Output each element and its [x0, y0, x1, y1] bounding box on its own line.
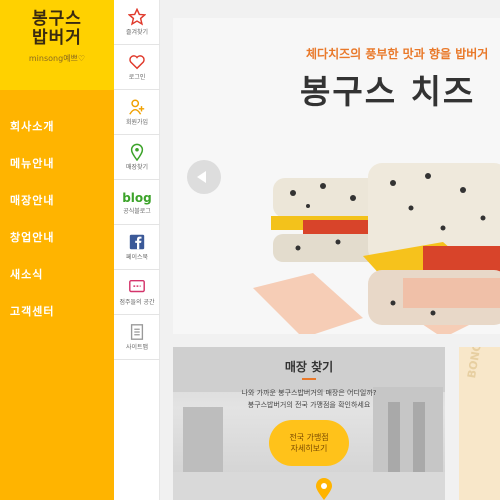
badge-line2: 자세히보기 [290, 444, 328, 453]
facebook-button[interactable]: 페이스북 [114, 225, 160, 270]
secondary-card[interactable]: BONG [459, 347, 500, 500]
blog-logo: blog [122, 191, 152, 205]
rice-burger-image [253, 163, 500, 334]
banner-prev-button[interactable] [187, 160, 221, 194]
store-finder-card[interactable]: 매장 찾기 나와 가까운 봉구스밥버거의 매장은 어디일까? 봉구스밥버거의 전… [173, 347, 445, 500]
promo-banner[interactable]: 체다치즈의 풍부한 맛과 향을 밥버거 봉구스 치즈 [173, 18, 500, 334]
logo[interactable]: 봉구스 밥버거 minsong예쁘♡ [0, 0, 114, 90]
menu-item-franchise[interactable]: 창업안내 [10, 229, 54, 266]
add-user-icon [129, 99, 145, 115]
left-sidebar: 봉구스 밥버거 minsong예쁘♡ 회사소개 메뉴안내 매장안내 창업안내 새… [0, 0, 114, 500]
banner-subtitle: 체다치즈의 풍부한 맛과 향을 밥버거 [306, 47, 489, 61]
chat-icon [129, 279, 145, 293]
card-desc-line1: 나와 가까운 봉구스밥버거의 매장은 어디일까? [241, 389, 377, 397]
bookmark-label: 즐겨찾기 [125, 29, 149, 36]
main-content: 체다치즈의 풍부한 맛과 향을 밥버거 봉구스 치즈 매장 찾기 나와 가까운 … [160, 0, 500, 500]
page: 봉구스 밥버거 minsong예쁘♡ 회사소개 메뉴안내 매장안내 창업안내 새… [0, 0, 500, 500]
menu-item-stores[interactable]: 매장안내 [10, 192, 54, 229]
owners-label: 점주들의 공간 [119, 299, 155, 306]
login-label: 로그인 [128, 74, 146, 81]
main-menu: 회사소개 메뉴안내 매장안내 창업안내 새소식 고객센터 [10, 118, 54, 340]
logo-text: 봉구스 밥버거 [32, 9, 82, 48]
join-label: 회원가입 [125, 119, 149, 126]
menu-item-menu[interactable]: 메뉴안내 [10, 155, 54, 192]
menu-item-news[interactable]: 새소식 [10, 266, 54, 303]
blog-label: 공식블로그 [123, 208, 151, 215]
blog-button[interactable]: blog 공식블로그 [114, 180, 160, 225]
owners-button[interactable]: 점주들의 공간 [114, 270, 160, 315]
store-finder-label: 매장찾기 [125, 164, 149, 171]
join-button[interactable]: 회원가입 [114, 90, 160, 135]
badge-line1: 전국 가맹점 [289, 433, 329, 442]
facebook-icon [129, 234, 145, 250]
secondary-card-text: BONG [465, 347, 485, 380]
banner-title: 봉구스 치즈 [300, 72, 476, 111]
menu-item-company[interactable]: 회사소개 [10, 118, 54, 155]
menu-item-support[interactable]: 고객센터 [10, 303, 54, 340]
view-stores-button[interactable]: 전국 가맹점 자세히보기 [269, 420, 349, 466]
title-divider [302, 378, 316, 380]
sitemap-button[interactable]: 사이트맵 [114, 315, 160, 360]
store-finder-button[interactable]: 매장찾기 [114, 135, 160, 180]
sitemap-label: 사이트맵 [125, 344, 149, 351]
quick-menu: 즐겨찾기 로그인 회원가입 매장찾기 blog 공식블로그 페이스북 점주들의 … [114, 0, 160, 500]
bookmark-button[interactable]: 즐겨찾기 [114, 0, 160, 45]
card-title: 매장 찾기 [284, 360, 334, 374]
map-pin-icon [316, 478, 332, 500]
map-pin-icon [130, 143, 144, 161]
facebook-label: 페이스북 [125, 254, 149, 261]
card-description: 나와 가까운 봉구스밥버거의 매장은 어디일까? 봉구스밥버거의 전국 가맹점을… [173, 387, 445, 411]
heart-icon [129, 55, 145, 70]
star-icon [128, 8, 146, 26]
card-desc-line2: 봉구스밥버거의 전국 가맹점을 확인하세요 [247, 401, 371, 409]
logo-sub: minsong예쁘♡ [28, 54, 86, 63]
login-button[interactable]: 로그인 [114, 45, 160, 90]
document-icon [130, 324, 144, 340]
